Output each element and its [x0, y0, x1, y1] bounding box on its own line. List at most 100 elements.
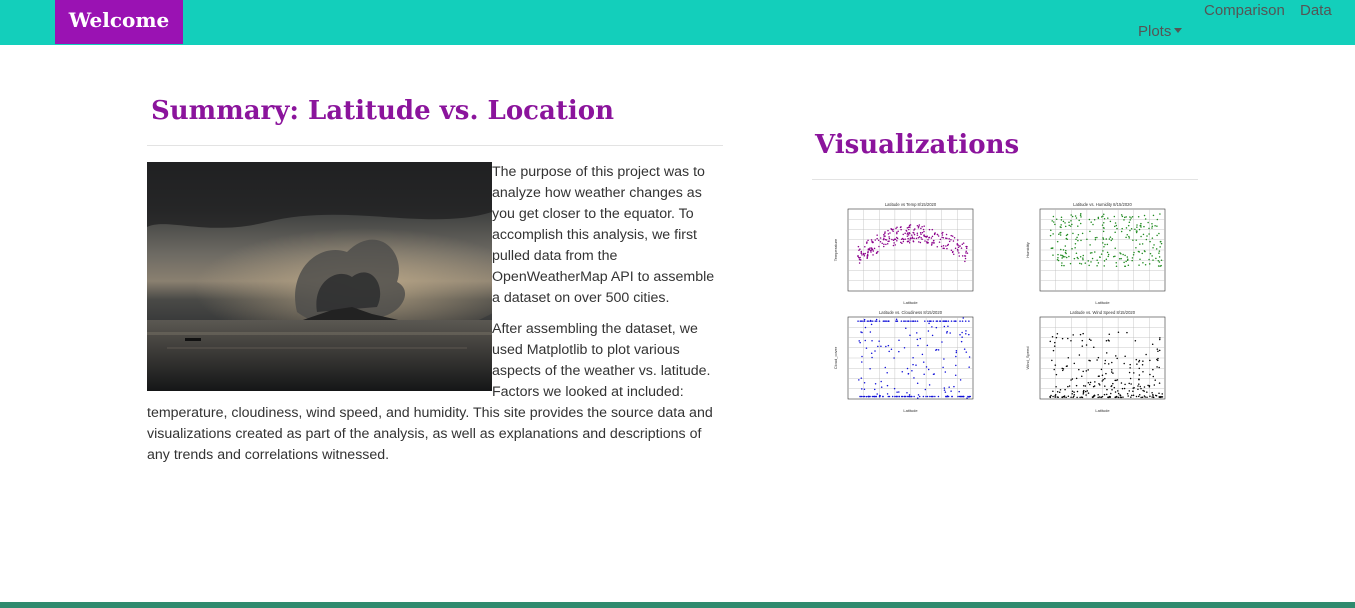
plot-point: [1141, 364, 1144, 366]
plot-point: [926, 395, 929, 398]
plot-thumbnail-wind-speed[interactable]: Latitude vs. Wind Speed 8/15/2020 Latitud…: [1022, 308, 1172, 416]
nav-data-link[interactable]: Data: [1300, 2, 1332, 19]
plot-point: [1138, 367, 1141, 370]
plot-thumbnail-humidity[interactable]: Latitude vs. Humidity 8/15/2020 Latitude H…: [1022, 200, 1172, 308]
plot-point: [890, 348, 893, 351]
plot-point: [883, 243, 885, 246]
plot-point: [878, 340, 880, 342]
summary-title: Summary: Latitude vs. Location: [151, 96, 614, 126]
plot-point: [859, 248, 861, 250]
plot-xlabel: Latitude: [903, 408, 918, 413]
plot-point: [1119, 394, 1122, 397]
plot-point: [864, 326, 867, 329]
plot-point: [1113, 225, 1116, 228]
plot-point: [1100, 253, 1103, 255]
plot-ylabel: Wind_Speed: [1025, 347, 1030, 370]
plot-point: [896, 320, 898, 322]
plot-point: [898, 339, 900, 342]
plot-point: [1089, 230, 1091, 233]
plot-point: [950, 390, 952, 392]
plot-point: [1137, 395, 1140, 398]
plot-point: [1061, 262, 1063, 264]
plot-point: [1140, 387, 1142, 390]
plot-point: [1124, 355, 1126, 357]
plot-point: [1130, 217, 1132, 219]
plot-point: [1143, 214, 1146, 217]
plot-point: [1102, 378, 1104, 381]
nav-comparison-link[interactable]: Comparison: [1204, 2, 1285, 19]
plot-point: [1084, 385, 1087, 387]
plot-point: [956, 248, 959, 251]
plot-point: [1077, 257, 1079, 260]
plot-point: [867, 239, 869, 241]
plot-point: [1056, 240, 1059, 243]
plot-point: [858, 379, 860, 381]
plot-point: [918, 224, 921, 226]
plot-point: [895, 318, 898, 320]
plot-point: [1102, 230, 1105, 233]
plot-point: [1158, 396, 1160, 398]
plot-point: [904, 238, 906, 240]
plot-point: [1148, 263, 1151, 265]
plot-point: [908, 228, 910, 231]
plot-point: [1142, 370, 1144, 373]
plot-point: [874, 239, 877, 241]
brand-welcome-link[interactable]: Welcome: [55, 0, 183, 44]
plot-point: [1157, 357, 1159, 360]
plot-point: [1091, 257, 1094, 260]
plot-point: [1065, 252, 1067, 255]
plot-point: [1059, 234, 1062, 236]
plot-point: [1071, 247, 1073, 250]
plot-point: [955, 350, 958, 352]
plot-point: [868, 320, 870, 322]
plot-point: [1138, 374, 1141, 376]
plot-point: [1149, 373, 1151, 376]
plot-point: [922, 395, 925, 398]
plot-point: [1052, 254, 1054, 256]
plot-point: [928, 228, 931, 231]
plot-point: [1061, 264, 1063, 267]
plot-point: [933, 242, 935, 244]
plot-svg: Latitude vs. Humidity 8/15/2020 Latitude H…: [1025, 202, 1166, 305]
plot-point: [1141, 252, 1144, 255]
plot-point: [1122, 253, 1124, 256]
plot-point: [900, 320, 903, 322]
plot-point: [965, 333, 967, 335]
plot-point: [1085, 394, 1087, 396]
plot-point: [1153, 384, 1156, 386]
plot-point: [1086, 238, 1088, 240]
plot-point: [931, 235, 934, 238]
plot-point: [893, 242, 895, 244]
plot-point: [903, 395, 906, 398]
plot-point: [1145, 238, 1148, 241]
plot-point: [935, 326, 938, 329]
plot-point: [1116, 379, 1119, 381]
plot-point: [1148, 258, 1150, 261]
plot-point: [1081, 232, 1084, 235]
nav-plots-dropdown[interactable]: Plots: [1138, 23, 1183, 40]
plot-point: [884, 366, 887, 369]
plot-point: [961, 243, 964, 246]
plot-point: [859, 341, 861, 344]
plot-point: [888, 236, 890, 238]
plot-thumbnail-cloudiness[interactable]: Latitude vs. Cloudiness 8/15/2020 Latitud…: [830, 308, 980, 416]
plot-point: [1124, 254, 1126, 257]
plot-point: [939, 320, 942, 322]
plot-point: [909, 334, 911, 336]
plot-point: [1100, 368, 1103, 371]
plot-thumbnail-temperature[interactable]: Latitude vs Temp 8/15/2020 Latitude Temper…: [830, 200, 980, 308]
plot-point: [924, 388, 927, 391]
plot-point: [1104, 243, 1106, 246]
plot-point: [1134, 340, 1137, 342]
plot-point: [951, 251, 954, 254]
plot-point: [946, 332, 948, 334]
plot-point: [954, 247, 957, 250]
plot-point: [944, 371, 947, 373]
plot-point: [914, 320, 917, 322]
plot-point: [926, 344, 929, 347]
plot-point: [1089, 381, 1092, 384]
plot-point: [1136, 224, 1138, 226]
plot-point: [877, 345, 879, 348]
plot-point: [1101, 224, 1104, 226]
plot-point: [859, 256, 861, 259]
